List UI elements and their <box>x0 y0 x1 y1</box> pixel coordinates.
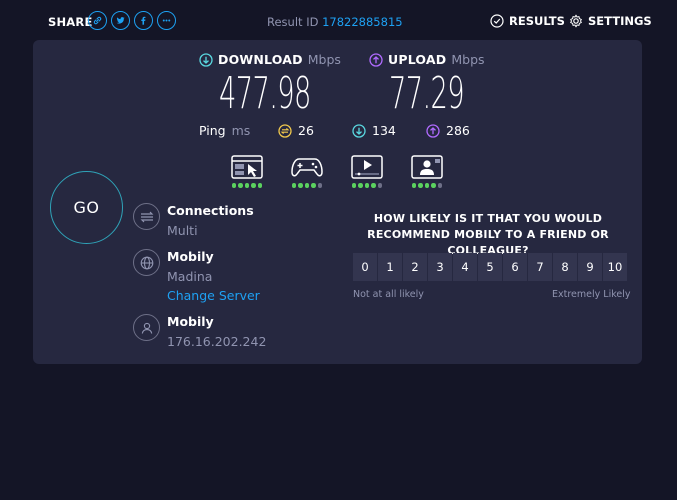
check-circle-icon <box>490 14 504 28</box>
go-button[interactable]: GO <box>50 171 123 244</box>
rating-dots <box>410 183 444 188</box>
idle-latency-icon <box>278 123 292 138</box>
usecase-gaming[interactable] <box>290 153 324 188</box>
scale-option-6[interactable]: 6 <box>503 253 527 281</box>
web-browsing-icon <box>231 154 263 179</box>
ping-upload: 286 <box>426 123 470 138</box>
scale-option-9[interactable]: 9 <box>578 253 602 281</box>
download-unit: Mbps <box>307 52 341 67</box>
ping-upload-value: 286 <box>446 123 470 138</box>
results-link[interactable]: RESULTS <box>490 14 565 28</box>
scale-option-10[interactable]: 10 <box>603 253 627 281</box>
provider-name: Mobily <box>167 314 214 329</box>
result-id-label: Result ID <box>267 15 319 29</box>
rating-dots <box>230 183 264 188</box>
link-icon[interactable] <box>88 11 107 30</box>
scale-option-4[interactable]: 4 <box>453 253 477 281</box>
video-streaming-icon <box>351 154 383 179</box>
upload-latency-icon <box>426 123 440 138</box>
survey-question: HOW LIKELY IS IT THAT YOU WOULD RECOMMEN… <box>367 212 609 257</box>
gear-icon <box>570 14 582 28</box>
server-location: Madina <box>167 269 213 284</box>
scale-high-label: Extremely Likely <box>552 289 631 300</box>
result-id-value[interactable]: 17822885815 <box>322 15 402 29</box>
download-arrow-icon <box>199 52 213 67</box>
more-icon[interactable] <box>157 11 176 30</box>
rating-dots <box>290 183 324 188</box>
settings-label: SETTINGS <box>588 14 652 28</box>
video-chat-icon <box>411 154 443 179</box>
ip-address: 176.16.202.242 <box>167 334 267 349</box>
results-label: RESULTS <box>509 14 565 28</box>
upload-value: 77.29 <box>389 68 465 119</box>
usecase-video-chat[interactable] <box>410 153 444 188</box>
scale-option-0[interactable]: 0 <box>353 253 377 281</box>
connections-icon <box>133 203 160 230</box>
ping-download: 134 <box>352 123 396 138</box>
download-title: DOWNLOAD <box>218 52 303 67</box>
upload-title: UPLOAD <box>388 52 447 67</box>
connections-value: Multi <box>167 223 198 238</box>
download-header: DOWNLOAD Mbps <box>199 52 341 67</box>
scale-option-5[interactable]: 5 <box>478 253 502 281</box>
gaming-icon <box>291 157 323 176</box>
result-id: Result ID 17822885815 <box>267 15 403 29</box>
usecase-web-browsing[interactable] <box>230 153 264 188</box>
ping-unit: ms <box>231 123 251 138</box>
twitter-icon[interactable] <box>111 11 130 30</box>
connections-title: Connections <box>167 203 254 218</box>
share-label: SHARE <box>48 15 93 29</box>
download-value: 477.98 <box>219 68 311 119</box>
download-latency-icon <box>352 123 366 138</box>
ping-label: Ping <box>199 123 226 138</box>
scale-option-8[interactable]: 8 <box>553 253 577 281</box>
ping-idle-value: 26 <box>298 123 314 138</box>
upload-arrow-icon <box>369 52 383 67</box>
ping-idle: 26 <box>278 123 314 138</box>
rating-dots <box>350 183 384 188</box>
usecase-video-streaming[interactable] <box>350 153 384 188</box>
ping-label-group: Ping ms <box>199 123 250 138</box>
scale-option-1[interactable]: 1 <box>378 253 402 281</box>
facebook-icon[interactable] <box>134 11 153 30</box>
scale-option-3[interactable]: 3 <box>428 253 452 281</box>
scale-low-label: Not at all likely <box>353 289 424 300</box>
ping-download-value: 134 <box>372 123 396 138</box>
user-icon <box>133 314 160 341</box>
top-bar: SHARE Result ID 17822885815 RESULTS SETT… <box>0 0 677 44</box>
scale-option-2[interactable]: 2 <box>403 253 427 281</box>
recommend-scale: 0 1 2 3 4 5 6 7 8 9 10 <box>353 253 627 281</box>
scale-option-7[interactable]: 7 <box>528 253 552 281</box>
results-panel: DOWNLOAD Mbps 477.98 UPLOAD Mbps 77.29 P… <box>33 40 642 364</box>
upload-header: UPLOAD Mbps <box>369 52 485 67</box>
ping-row: Ping ms 26 134 286 <box>33 123 642 141</box>
change-server-link[interactable]: Change Server <box>167 288 260 303</box>
settings-link[interactable]: SETTINGS <box>569 14 652 28</box>
server-name: Mobily <box>167 249 214 264</box>
upload-unit: Mbps <box>451 52 485 67</box>
globe-icon <box>133 249 160 276</box>
